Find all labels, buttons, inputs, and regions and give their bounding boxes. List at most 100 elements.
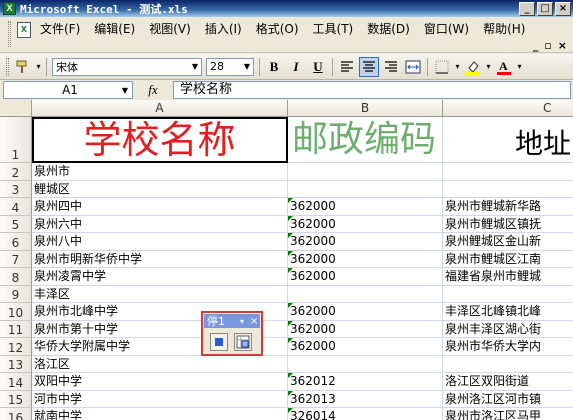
workbook-icon[interactable]: X (17, 22, 31, 38)
table-cell-b[interactable]: 362000 (288, 250, 443, 268)
row-header[interactable]: 11 (0, 320, 32, 338)
name-box[interactable]: A1 ▼ (3, 81, 133, 99)
row-header[interactable]: 13 (0, 355, 32, 373)
row-header[interactable]: 15 (0, 390, 32, 408)
doc-restore-button[interactable]: ▫ (544, 39, 551, 52)
maximize-button[interactable]: □ (537, 1, 553, 16)
toolbar-options-arrow[interactable]: ▾ (34, 62, 43, 71)
column-header-b[interactable]: B (288, 100, 443, 117)
row-header[interactable]: 3 (0, 180, 32, 198)
borders-icon[interactable] (432, 57, 452, 77)
header-cell-a[interactable]: 学校名称 (32, 117, 288, 163)
menu-help[interactable]: 帮助(H) (476, 20, 532, 38)
table-cell-b[interactable]: 362000 (288, 198, 443, 216)
header-cell-c[interactable]: 地址 (443, 117, 573, 163)
insert-function-button[interactable]: fx (133, 82, 173, 98)
row-header[interactable]: 1 (0, 117, 32, 163)
font-color-icon[interactable]: A (494, 57, 514, 77)
table-cell-b[interactable] (288, 285, 443, 303)
stop-recording-title-bar[interactable]: 停1 ▾ × (204, 314, 260, 328)
row-header[interactable]: 8 (0, 268, 32, 286)
table-cell-b[interactable]: 362000 (288, 268, 443, 286)
merge-center-icon[interactable] (403, 57, 423, 77)
table-cell-b[interactable]: 362000 (288, 303, 443, 321)
menu-edit[interactable]: 编辑(E) (87, 20, 142, 38)
toolbar-grip-handle[interactable] (6, 57, 9, 76)
row-header[interactable]: 7 (0, 250, 32, 268)
table-cell-a[interactable]: 双阳中学 (32, 373, 288, 391)
borders-dropdown-arrow[interactable]: ▾ (453, 62, 462, 71)
menu-tools[interactable]: 工具(T) (306, 20, 361, 38)
table-cell-c[interactable]: 泉州丰泽区湖心街 (443, 321, 573, 338)
row-header[interactable]: 2 (0, 163, 32, 181)
row-header[interactable]: 14 (0, 373, 32, 391)
menu-insert[interactable]: 插入(I) (198, 20, 249, 38)
table-cell-b[interactable]: 362013 (288, 390, 443, 408)
table-cell-c[interactable]: 泉州市华侨大学内 (443, 338, 573, 356)
table-cell-c[interactable]: 泉州洛江区河市镇 (443, 391, 573, 408)
menu-window[interactable]: 窗口(W) (417, 20, 476, 38)
table-cell-c[interactable]: 丰泽区北峰镇北峰 (443, 303, 573, 321)
chevron-down-icon[interactable]: ▾ (240, 317, 250, 326)
fill-color-icon[interactable] (463, 57, 483, 77)
table-cell-c[interactable]: 泉州鲤城区金山新 (443, 233, 573, 251)
table-cell-c[interactable] (443, 356, 573, 373)
table-cell-b[interactable]: 362000 (288, 338, 443, 356)
header-cell-b[interactable]: 邮政编码 (288, 117, 443, 163)
menu-file[interactable]: 文件(F) (33, 20, 87, 38)
table-cell-a[interactable]: 泉州市明新华侨中学 (32, 250, 288, 268)
menu-grip-handle[interactable] (8, 21, 11, 47)
table-cell-c[interactable] (443, 181, 573, 198)
table-cell-a[interactable]: 洛江区 (32, 355, 288, 373)
table-cell-c[interactable] (443, 163, 573, 181)
table-cell-b[interactable] (288, 163, 443, 181)
row-header[interactable]: 10 (0, 303, 32, 321)
chevron-down-icon[interactable]: ▼ (118, 86, 132, 95)
worksheet-grid[interactable]: A B C 1 学校名称 邮政编码 地址 2 泉州市 3 鲤城区 4 泉州四中 362000 泉州市鲤… (0, 100, 573, 420)
table-cell-b[interactable]: 362000 (288, 233, 443, 251)
relative-reference-icon[interactable] (234, 333, 252, 351)
font-name-select[interactable]: 宋体 ▼ (52, 57, 202, 76)
close-toolbar-button[interactable]: × (250, 316, 260, 327)
table-cell-b[interactable]: 362000 (288, 320, 443, 338)
column-header-c[interactable]: C (443, 100, 573, 117)
table-cell-a[interactable]: 就南中学 (32, 408, 288, 420)
table-cell-a[interactable]: 泉州四中 (32, 198, 288, 216)
menu-format[interactable]: 格式(O) (249, 20, 306, 38)
table-cell-c[interactable] (443, 286, 573, 303)
table-cell-c[interactable]: 福建省泉州市鲤城 (443, 268, 573, 286)
underline-button[interactable]: U (308, 57, 328, 77)
formula-input[interactable]: 学校名称 (173, 81, 571, 99)
bold-button[interactable]: B (264, 57, 284, 77)
table-cell-b[interactable] (288, 355, 443, 373)
chevron-down-icon[interactable]: ▼ (241, 59, 253, 75)
minimize-button[interactable]: _ (519, 1, 535, 16)
table-cell-b[interactable]: 362012 (288, 373, 443, 391)
table-cell-a[interactable]: 泉州六中 (32, 215, 288, 233)
row-header[interactable]: 5 (0, 215, 32, 233)
row-header[interactable]: 6 (0, 233, 32, 251)
row-header[interactable]: 12 (0, 338, 32, 356)
table-cell-c[interactable]: 泉州市鲤城新华路 (443, 198, 573, 216)
menu-view[interactable]: 视图(V) (142, 20, 198, 38)
fill-color-dropdown-arrow[interactable]: ▾ (484, 62, 493, 71)
table-cell-a[interactable]: 鲤城区 (32, 180, 288, 198)
format-painter-icon[interactable] (13, 57, 33, 77)
row-header[interactable]: 16 (0, 408, 32, 420)
doc-minimize-button[interactable]: _ (533, 39, 539, 52)
column-header-a[interactable]: A (32, 100, 288, 117)
table-cell-c[interactable]: 泉州市鲤城区镇抚 (443, 216, 573, 233)
table-cell-c[interactable]: 洛江区双阳街道 (443, 373, 573, 391)
table-cell-b[interactable]: 326014 (288, 408, 443, 420)
font-size-select[interactable]: 28 ▼ (206, 57, 254, 76)
table-cell-c[interactable]: 泉州市鲤城区江南 (443, 251, 573, 268)
select-all-button[interactable] (0, 100, 32, 117)
table-cell-a[interactable]: 泉州市 (32, 163, 288, 181)
italic-button[interactable]: I (286, 57, 306, 77)
table-cell-b[interactable] (288, 180, 443, 198)
table-cell-a[interactable]: 丰泽区 (32, 285, 288, 303)
table-cell-a[interactable]: 泉州凌霄中学 (32, 268, 288, 286)
table-cell-c[interactable]: 泉州市洛江区马甲 (443, 408, 573, 420)
align-center-icon[interactable] (359, 56, 379, 77)
align-left-icon[interactable] (337, 57, 357, 77)
